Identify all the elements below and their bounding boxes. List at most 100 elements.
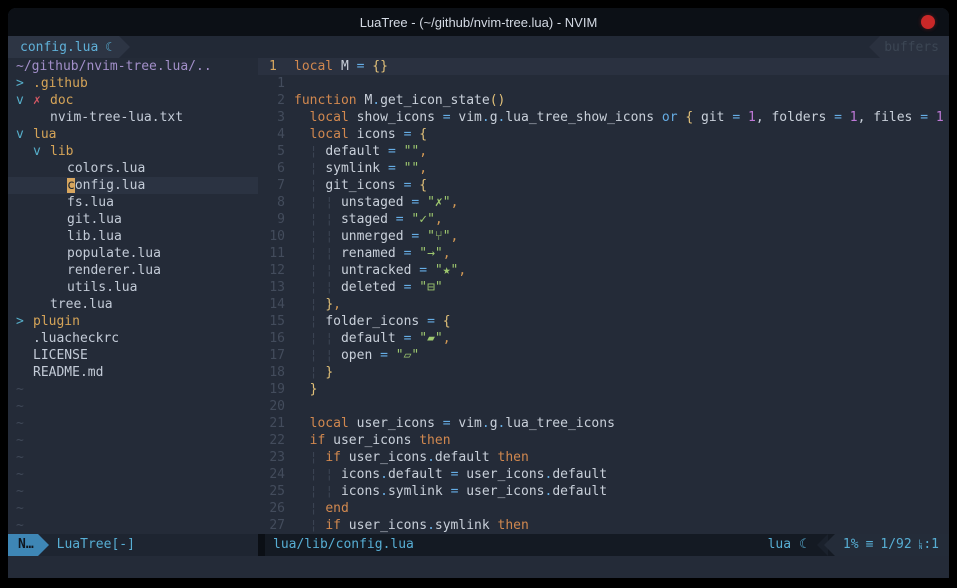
line-number: 11 (258, 245, 294, 262)
code-text: ¦ } (294, 364, 949, 381)
code-line[interactable]: 1local M = {} (258, 58, 949, 75)
statusline-tree-title: LuaTree[-] (49, 534, 135, 556)
empty-line-tilde: ~ (8, 398, 258, 415)
code-line[interactable]: 8 ¦ ¦ unstaged = "✗", (258, 194, 949, 211)
line-number: 3 (258, 109, 294, 126)
tree-file-nvim-tree-lua.txt[interactable]: nvim-tree-lua.txt (8, 109, 258, 126)
tree-file-config.lua[interactable]: config.lua (8, 177, 258, 194)
code-text: if user_icons then (294, 432, 949, 449)
tree-item-label: README.md (33, 364, 103, 381)
tree-file-git.lua[interactable]: git.lua (8, 211, 258, 228)
code-line[interactable]: 5 ¦ default = "", (258, 143, 949, 160)
code-text: local M = {} (294, 58, 949, 75)
tree-file-.luacheckrc[interactable]: .luacheckrc (8, 330, 258, 347)
tree-item-label: config.lua (67, 177, 145, 194)
code-line[interactable]: 11 ¦ ¦ renamed = "→", (258, 245, 949, 262)
chevron-icon: > (16, 313, 33, 330)
indent-slot (50, 211, 67, 228)
indent-slot (16, 330, 33, 347)
line-number: 25 (258, 483, 294, 500)
chevron-icon: > (16, 75, 33, 92)
lua-moon-icon: ☾ (105, 40, 112, 54)
code-line[interactable]: 10 ¦ ¦ unmerged = "⑂", (258, 228, 949, 245)
code-line[interactable]: 25 ¦ ¦ icons.symlink = user_icons.defaul… (258, 483, 949, 500)
code-text: ¦ if user_icons.symlink then (294, 517, 949, 534)
code-line[interactable]: 17 ¦ ¦ open = "▱" (258, 347, 949, 364)
code-line[interactable]: 14 ¦ }, (258, 296, 949, 313)
tab-config-lua[interactable]: config.lua ☾ (8, 36, 119, 58)
line-number: 15 (258, 313, 294, 330)
code-line[interactable]: 2function M.get_icon_state() (258, 92, 949, 109)
tree-item-label: lib (50, 143, 73, 160)
tree-folder-plugin[interactable]: >plugin (8, 313, 258, 330)
tab-arrow-separator (119, 36, 130, 58)
indent-slot (50, 194, 67, 211)
code-lines: 1local M = {}12function M.get_icon_state… (258, 58, 949, 534)
column-number: :1 (923, 534, 939, 556)
tree-item-label: LICENSE (33, 347, 88, 364)
code-line[interactable]: 7 ¦ git_icons = { (258, 177, 949, 194)
code-line[interactable]: 4 local icons = { (258, 126, 949, 143)
code-line[interactable]: 21 local user_icons = vim.g.lua_tree_ico… (258, 415, 949, 432)
tree-file-utils.lua[interactable]: utils.lua (8, 279, 258, 296)
tree-file-lib.lua[interactable]: lib.lua (8, 228, 258, 245)
close-button[interactable] (921, 15, 935, 29)
empty-line-tilde: ~ (8, 415, 258, 432)
code-line[interactable]: 6 ¦ symlink = "", (258, 160, 949, 177)
code-line[interactable]: 16 ¦ ¦ default = "▰", (258, 330, 949, 347)
indent-slot (50, 245, 67, 262)
file-tree-pane[interactable]: ~/github/nvim-tree.lua/.. >.githubv✗docn… (8, 58, 258, 534)
tree-folder-lua[interactable]: vlua (8, 126, 258, 143)
code-line[interactable]: 23 ¦ if user_icons.default then (258, 449, 949, 466)
line-number: 9 (258, 211, 294, 228)
buffers-label: buffers (884, 40, 939, 55)
code-line[interactable]: 20 (258, 398, 949, 415)
code-line[interactable]: 1 (258, 75, 949, 92)
code-line[interactable]: 13 ¦ ¦ deleted = "⊟" (258, 279, 949, 296)
code-line[interactable]: 26 ¦ end (258, 500, 949, 517)
title-bar[interactable]: LuaTree - (~/github/nvim-tree.lua) - NVI… (8, 8, 949, 36)
code-line[interactable]: 18 ¦ } (258, 364, 949, 381)
code-text: ¦ }, (294, 296, 949, 313)
tree-file-LICENSE[interactable]: LICENSE (8, 347, 258, 364)
line-number: 8 (258, 194, 294, 211)
tab-line: config.lua ☾ buffers (8, 36, 949, 58)
code-line[interactable]: 24 ¦ ¦ icons.default = user_icons.defaul… (258, 466, 949, 483)
buffers-section[interactable]: buffers (880, 36, 949, 58)
code-text: ¦ ¦ untracked = "★", (294, 262, 949, 279)
command-line[interactable] (8, 556, 949, 578)
code-line[interactable]: 15 ¦ folder_icons = { (258, 313, 949, 330)
code-line[interactable]: 3 local show_icons = vim.g.lua_tree_show… (258, 109, 949, 126)
tree-file-populate.lua[interactable]: populate.lua (8, 245, 258, 262)
tree-file-colors.lua[interactable]: colors.lua (8, 160, 258, 177)
tree-folder-doc[interactable]: v✗doc (8, 92, 258, 109)
line-position: 1/92 (880, 534, 911, 556)
tree-file-fs.lua[interactable]: fs.lua (8, 194, 258, 211)
code-line[interactable]: 19 } (258, 381, 949, 398)
tree-folder-lib[interactable]: vlib (8, 143, 258, 160)
code-text: ¦ ¦ default = "▰", (294, 330, 949, 347)
code-line[interactable]: 27 ¦ if user_icons.symlink then (258, 517, 949, 534)
code-pane[interactable]: 1local M = {}12function M.get_icon_state… (258, 58, 949, 534)
tree-item-label: .github (33, 75, 88, 92)
editor-split: ~/github/nvim-tree.lua/.. >.githubv✗docn… (8, 58, 949, 534)
tree-item-label: lua (33, 126, 56, 143)
line-number: 7 (258, 177, 294, 194)
tree-folder-.github[interactable]: >.github (8, 75, 258, 92)
code-text: ¦ ¦ open = "▱" (294, 347, 949, 364)
empty-line-tilde: ~ (8, 466, 258, 483)
code-line[interactable]: 12 ¦ ¦ untracked = "★", (258, 262, 949, 279)
line-number: 12 (258, 262, 294, 279)
chevron-icon: v (16, 126, 33, 143)
tree-item-label: plugin (33, 313, 80, 330)
code-line[interactable]: 9 ¦ ¦ staged = "✓", (258, 211, 949, 228)
code-text (294, 398, 949, 415)
tree-file-README.md[interactable]: README.md (8, 364, 258, 381)
tree-file-renderer.lua[interactable]: renderer.lua (8, 262, 258, 279)
indent-slot (50, 279, 67, 296)
indent-slot (50, 177, 67, 194)
tree-file-tree.lua[interactable]: tree.lua (8, 296, 258, 313)
code-line[interactable]: 22 if user_icons then (258, 432, 949, 449)
tree-item-label: nvim-tree-lua.txt (50, 109, 183, 126)
code-text: ¦ ¦ unstaged = "✗", (294, 194, 949, 211)
